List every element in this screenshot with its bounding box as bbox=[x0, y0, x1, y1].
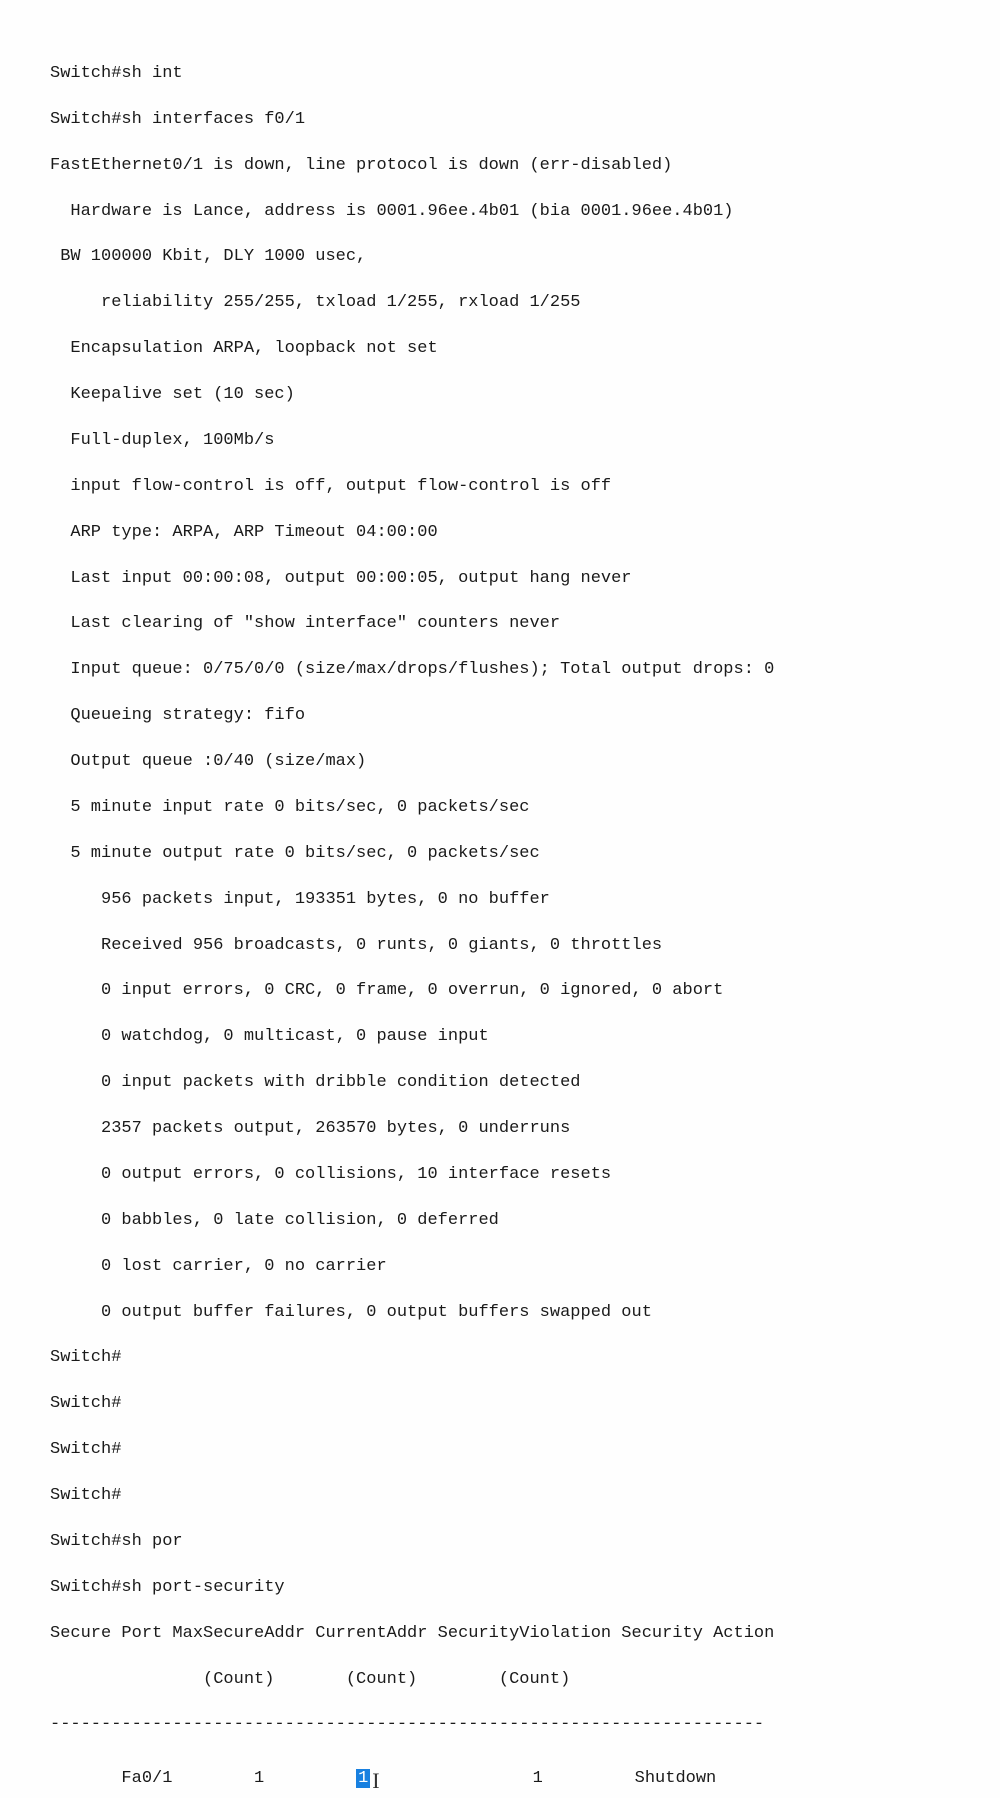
cli-line: 0 output buffer failures, 0 output buffe… bbox=[50, 1302, 950, 1325]
cli-line: BW 100000 Kbit, DLY 1000 usec, bbox=[50, 246, 950, 269]
cli-line: ARP type: ARPA, ARP Timeout 04:00:00 bbox=[50, 522, 950, 545]
cli-line: Keepalive set (10 sec) bbox=[50, 384, 950, 407]
cli-line: Switch#sh interfaces f0/1 bbox=[50, 109, 950, 132]
cli-line: Switch#sh port-security bbox=[50, 1577, 950, 1600]
selected-value: 1 bbox=[356, 1769, 370, 1788]
cli-line: FastEthernet0/1 is down, line protocol i… bbox=[50, 155, 950, 178]
text-cursor-icon: I bbox=[372, 1766, 379, 1796]
cli-line: 5 minute input rate 0 bits/sec, 0 packet… bbox=[50, 797, 950, 820]
cli-line: 2357 packets output, 263570 bytes, 0 und… bbox=[50, 1118, 950, 1141]
cli-prompt: Switch# bbox=[50, 1439, 950, 1462]
cli-line: 0 lost carrier, 0 no carrier bbox=[50, 1256, 950, 1279]
row-right: 1 Shutdown bbox=[380, 1769, 717, 1788]
cli-line: Full-duplex, 100Mb/s bbox=[50, 430, 950, 453]
cli-prompt: Switch# bbox=[50, 1485, 950, 1508]
cli-line: 0 watchdog, 0 multicast, 0 pause input bbox=[50, 1026, 950, 1049]
cli-line: Switch#sh int bbox=[50, 63, 950, 86]
cli-line: Last input 00:00:08, output 00:00:05, ou… bbox=[50, 568, 950, 591]
cli-line: Encapsulation ARPA, loopback not set bbox=[50, 338, 950, 361]
cli-line: Output queue :0/40 (size/max) bbox=[50, 751, 950, 774]
row-left: Fa0/1 1 bbox=[50, 1769, 356, 1788]
cli-line: Hardware is Lance, address is 0001.96ee.… bbox=[50, 201, 950, 224]
cli-line: 0 input errors, 0 CRC, 0 frame, 0 overru… bbox=[50, 980, 950, 1003]
cli-prompt: Switch# bbox=[50, 1393, 950, 1416]
cli-line: input flow-control is off, output flow-c… bbox=[50, 476, 950, 499]
cli-line: Queueing strategy: fifo bbox=[50, 705, 950, 728]
table-divider: ----------------------------------------… bbox=[50, 1714, 950, 1737]
cli-line: Input queue: 0/75/0/0 (size/max/drops/fl… bbox=[50, 659, 950, 682]
cli-line: Last clearing of "show interface" counte… bbox=[50, 613, 950, 636]
port-security-row: Fa0/1 1 1I 1 Shutdown bbox=[50, 1760, 950, 1791]
terminal-output[interactable]: Switch#sh int Switch#sh interfaces f0/1 … bbox=[50, 40, 950, 1798]
cli-line: 0 babbles, 0 late collision, 0 deferred bbox=[50, 1210, 950, 1233]
cli-prompt: Switch# bbox=[50, 1347, 950, 1370]
cli-line: 0 input packets with dribble condition d… bbox=[50, 1072, 950, 1095]
cli-line: reliability 255/255, txload 1/255, rxloa… bbox=[50, 292, 950, 315]
port-security-header: Secure Port MaxSecureAddr CurrentAddr Se… bbox=[50, 1623, 950, 1646]
port-security-header: (Count) (Count) (Count) bbox=[50, 1669, 950, 1692]
cli-line: 0 output errors, 0 collisions, 10 interf… bbox=[50, 1164, 950, 1187]
cli-line: Received 956 broadcasts, 0 runts, 0 gian… bbox=[50, 935, 950, 958]
cli-line: 5 minute output rate 0 bits/sec, 0 packe… bbox=[50, 843, 950, 866]
cli-line: Switch#sh por bbox=[50, 1531, 950, 1554]
cli-line: 956 packets input, 193351 bytes, 0 no bu… bbox=[50, 889, 950, 912]
